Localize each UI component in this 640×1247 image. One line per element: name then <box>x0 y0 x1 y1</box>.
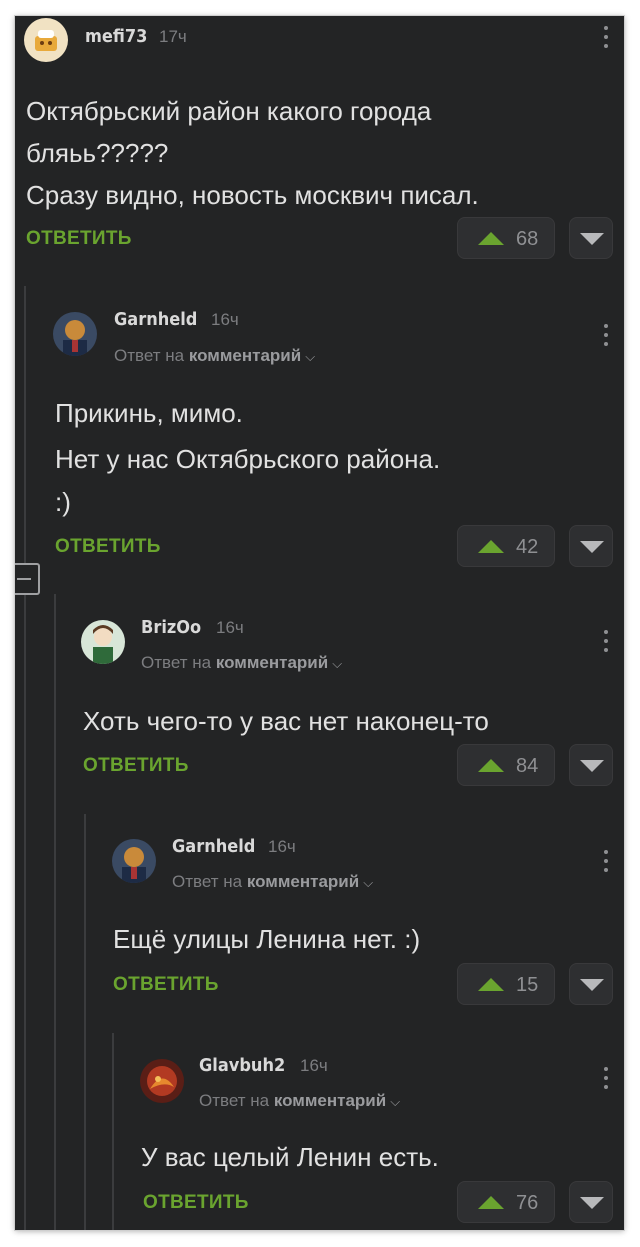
username[interactable]: Garnheld <box>172 836 255 857</box>
timestamp: 16ч <box>300 1056 328 1075</box>
reply-button[interactable]: ОТВЕТИТЬ <box>83 755 189 777</box>
username[interactable]: Garnheld <box>114 309 197 330</box>
reply-button[interactable]: ОТВЕТИТЬ <box>113 974 219 996</box>
reply-button[interactable]: ОТВЕТИТЬ <box>55 536 161 558</box>
kebab-menu-icon[interactable] <box>603 850 609 878</box>
upvote-triangle-icon <box>478 1196 504 1209</box>
comment-text-line: Нет у нас Октябрьского района. <box>55 444 441 474</box>
downvote-button[interactable] <box>569 744 613 786</box>
avatar[interactable] <box>140 1059 184 1103</box>
comment-text-line: :) <box>55 487 71 517</box>
upvote-button[interactable]: 42 <box>457 525 555 567</box>
chevron-down-icon[interactable]: ⌵ <box>363 875 373 891</box>
comment-text-line: Прикинь, мимо. <box>55 398 243 428</box>
chevron-down-icon[interactable]: ⌵ <box>390 1094 400 1110</box>
comment-text-line: Хоть чего-то у вас нет наконец-то <box>83 706 489 736</box>
vote-count: 42 <box>516 536 539 558</box>
timestamp: 16ч <box>268 837 296 856</box>
reply-to-target[interactable]: комментарий <box>189 346 301 365</box>
username[interactable]: BrizOo <box>141 617 201 638</box>
thread-line-level-3 <box>84 814 86 1230</box>
comment-text-line: Октябрьский район какого города <box>26 96 432 126</box>
avatar[interactable] <box>81 620 125 664</box>
reply-to-target[interactable]: комментарий <box>274 1091 386 1110</box>
reply-to-target[interactable]: комментарий <box>216 653 328 672</box>
upvote-button[interactable]: 84 <box>457 744 555 786</box>
reply-to-link[interactable]: Ответ на комментарий ⌵ <box>199 1091 400 1111</box>
downvote-triangle-icon <box>580 979 604 991</box>
comment-text-line: бляьь????? <box>26 138 169 168</box>
upvote-triangle-icon <box>478 978 504 991</box>
upvote-button[interactable]: 76 <box>457 1181 555 1223</box>
kebab-menu-icon[interactable] <box>603 1067 609 1095</box>
reply-to-prefix: Ответ на <box>172 872 243 891</box>
downvote-button[interactable] <box>569 963 613 1005</box>
reply-button[interactable]: ОТВЕТИТЬ <box>143 1192 249 1214</box>
downvote-triangle-icon <box>580 233 604 245</box>
chevron-down-icon[interactable]: ⌵ <box>332 656 342 672</box>
kebab-menu-icon[interactable] <box>603 26 609 54</box>
thread-line-level-2 <box>54 594 56 1230</box>
reply-to-prefix: Ответ на <box>199 1091 270 1110</box>
kebab-menu-icon[interactable] <box>603 324 609 352</box>
reply-to-prefix: Ответ на <box>114 346 185 365</box>
downvote-triangle-icon <box>580 1197 604 1209</box>
thread-line-level-4 <box>112 1033 114 1230</box>
vote-count: 15 <box>516 974 539 996</box>
reply-to-prefix: Ответ на <box>141 653 212 672</box>
username[interactable]: mefi73 <box>85 26 147 47</box>
upvote-triangle-icon <box>478 232 504 245</box>
downvote-button[interactable] <box>569 217 613 259</box>
vote-count: 68 <box>516 228 539 250</box>
reply-to-link[interactable]: Ответ на комментарий ⌵ <box>141 653 342 673</box>
comment-text-line: Сразу видно, новость москвич писал. <box>26 180 479 210</box>
collapse-thread-icon[interactable] <box>15 563 40 595</box>
downvote-button[interactable] <box>569 525 613 567</box>
avatar[interactable] <box>112 839 156 883</box>
timestamp: 16ч <box>216 618 244 637</box>
vote-count: 84 <box>516 755 539 777</box>
comments-thread: mefi73 17ч Октябрьский район какого горо… <box>15 16 624 1230</box>
reply-to-link[interactable]: Ответ на комментарий ⌵ <box>114 346 315 366</box>
downvote-button[interactable] <box>569 1181 613 1223</box>
comment-text-line: У вас целый Ленин есть. <box>141 1142 439 1172</box>
upvote-button[interactable]: 68 <box>457 217 555 259</box>
avatar[interactable] <box>24 18 68 62</box>
username[interactable]: Glavbuh2 <box>199 1055 285 1076</box>
upvote-triangle-icon <box>478 540 504 553</box>
timestamp: 17ч <box>159 27 187 46</box>
timestamp: 16ч <box>211 310 239 329</box>
comment-text-line: Ещё улицы Ленина нет. :) <box>113 924 421 954</box>
reply-to-link[interactable]: Ответ на комментарий ⌵ <box>172 872 373 892</box>
avatar[interactable] <box>53 312 97 356</box>
kebab-menu-icon[interactable] <box>603 630 609 658</box>
downvote-triangle-icon <box>580 541 604 553</box>
reply-button[interactable]: ОТВЕТИТЬ <box>26 228 132 250</box>
upvote-triangle-icon <box>478 759 504 772</box>
chevron-down-icon[interactable]: ⌵ <box>305 349 315 365</box>
thread-line-level-1 <box>24 286 26 1230</box>
upvote-button[interactable]: 15 <box>457 963 555 1005</box>
reply-to-target[interactable]: комментарий <box>247 872 359 891</box>
vote-count: 76 <box>516 1192 539 1214</box>
downvote-triangle-icon <box>580 760 604 772</box>
